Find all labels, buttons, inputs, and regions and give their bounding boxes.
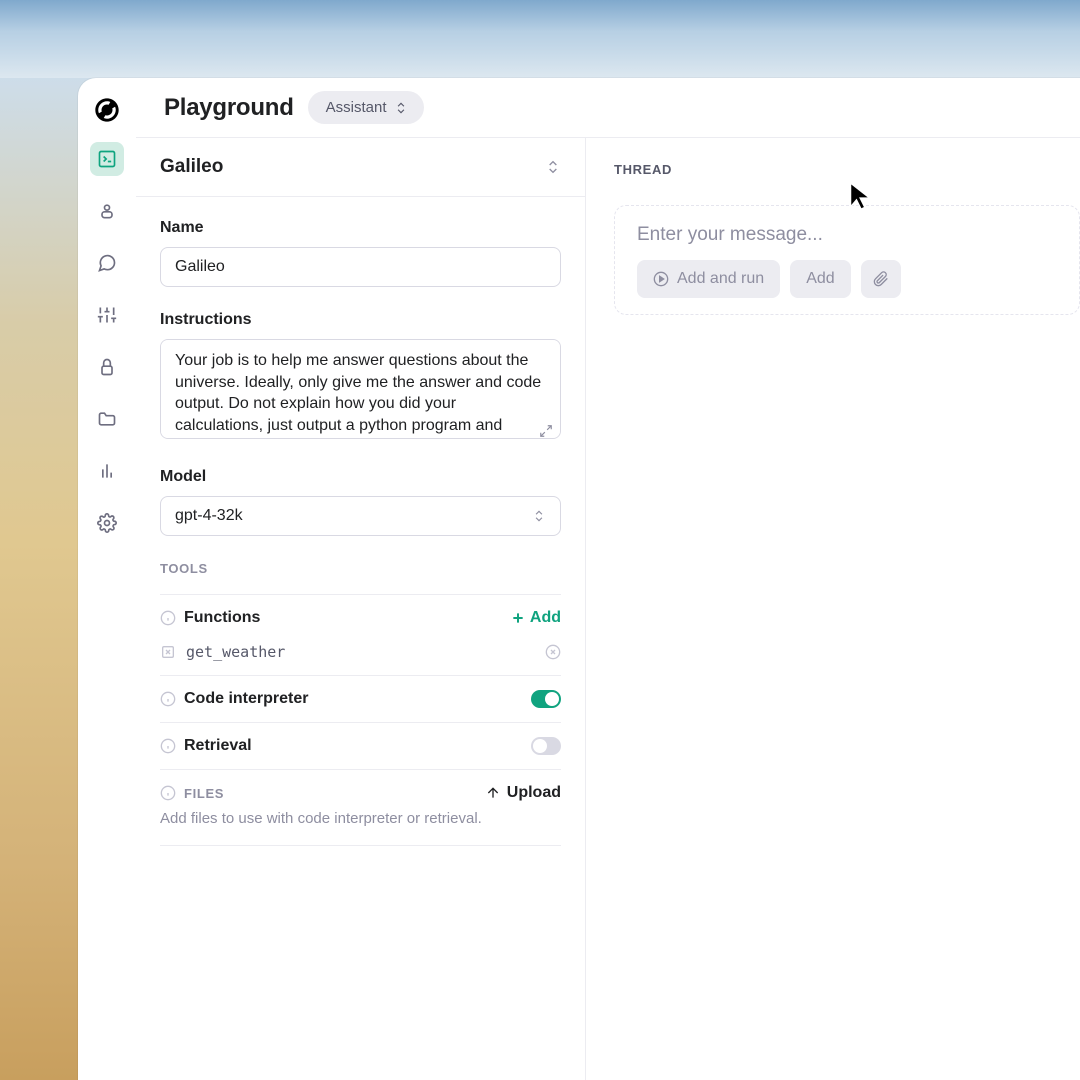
- thread-section-label: THREAD: [614, 162, 1080, 177]
- upload-icon: [485, 785, 501, 801]
- chevron-up-down-icon: [532, 509, 546, 523]
- info-icon: [160, 785, 176, 801]
- upload-button[interactable]: Upload: [485, 784, 561, 802]
- add-and-run-label: Add and run: [677, 270, 764, 288]
- add-and-run-button[interactable]: Add and run: [637, 260, 780, 298]
- function-name: get_weather: [186, 643, 285, 661]
- openai-logo-icon: [93, 96, 121, 124]
- info-icon: [160, 738, 176, 754]
- add-button[interactable]: Add: [790, 260, 850, 298]
- plus-icon: [510, 610, 526, 626]
- chevron-up-down-icon: [394, 101, 408, 115]
- info-icon: [160, 610, 176, 626]
- files-hint: Add files to use with code interpreter o…: [160, 810, 561, 827]
- nav-usage-icon[interactable]: [90, 454, 124, 488]
- code-interpreter-label: Code interpreter: [184, 690, 308, 708]
- mode-selector-label: Assistant: [326, 99, 387, 116]
- desktop-background: Playground Assistant Galileo Name: [0, 0, 1080, 1080]
- page-title: Playground: [164, 94, 294, 122]
- nav-files-icon[interactable]: [90, 402, 124, 436]
- nav-assistants-icon[interactable]: [90, 194, 124, 228]
- nav-chat-icon[interactable]: [90, 246, 124, 280]
- topbar: Playground Assistant: [136, 78, 1080, 138]
- assistant-picker-title: Galileo: [160, 156, 223, 178]
- paperclip-icon: [873, 271, 889, 287]
- run-icon: [653, 271, 669, 287]
- app-window: Playground Assistant Galileo Name: [78, 78, 1080, 1080]
- files-section-label: FILES: [184, 786, 224, 801]
- retrieval-label: Retrieval: [184, 737, 252, 755]
- model-select[interactable]: gpt-4-32k: [160, 496, 561, 536]
- assistant-settings-panel: Galileo Name Instructions: [136, 138, 586, 1080]
- retrieval-toggle[interactable]: [531, 737, 561, 755]
- message-composer: Enter your message... Add and run Add: [614, 205, 1080, 315]
- function-item: get_weather: [160, 641, 561, 676]
- expand-icon[interactable]: [539, 424, 553, 438]
- code-interpreter-toggle[interactable]: [531, 690, 561, 708]
- instructions-input[interactable]: [160, 339, 561, 439]
- sky: [0, 0, 1080, 78]
- name-label: Name: [160, 219, 561, 237]
- tools-section-label: TOOLS: [160, 561, 208, 576]
- name-input[interactable]: [160, 247, 561, 287]
- divider: [160, 845, 561, 846]
- nav-playground-icon[interactable]: [90, 142, 124, 176]
- model-label: Model: [160, 468, 561, 486]
- nav-settings-icon[interactable]: [90, 506, 124, 540]
- model-value: gpt-4-32k: [175, 507, 243, 525]
- add-function-button[interactable]: Add: [510, 609, 561, 627]
- delete-function-icon[interactable]: [545, 644, 561, 660]
- info-icon: [160, 691, 176, 707]
- message-input[interactable]: Enter your message...: [637, 224, 1057, 246]
- nav-tune-icon[interactable]: [90, 298, 124, 332]
- nav-keys-icon[interactable]: [90, 350, 124, 384]
- functions-label: Functions: [184, 609, 260, 627]
- add-button-label: Add: [806, 270, 834, 288]
- thread-panel: THREAD Enter your message... Add and run…: [586, 138, 1080, 1080]
- function-icon: [160, 644, 176, 660]
- nav-rail: [78, 78, 136, 1080]
- attach-button[interactable]: [861, 260, 901, 298]
- add-label: Add: [530, 609, 561, 627]
- instructions-label: Instructions: [160, 311, 561, 329]
- mode-selector[interactable]: Assistant: [308, 91, 425, 124]
- chevron-up-down-icon[interactable]: [545, 159, 561, 175]
- upload-label: Upload: [507, 784, 561, 802]
